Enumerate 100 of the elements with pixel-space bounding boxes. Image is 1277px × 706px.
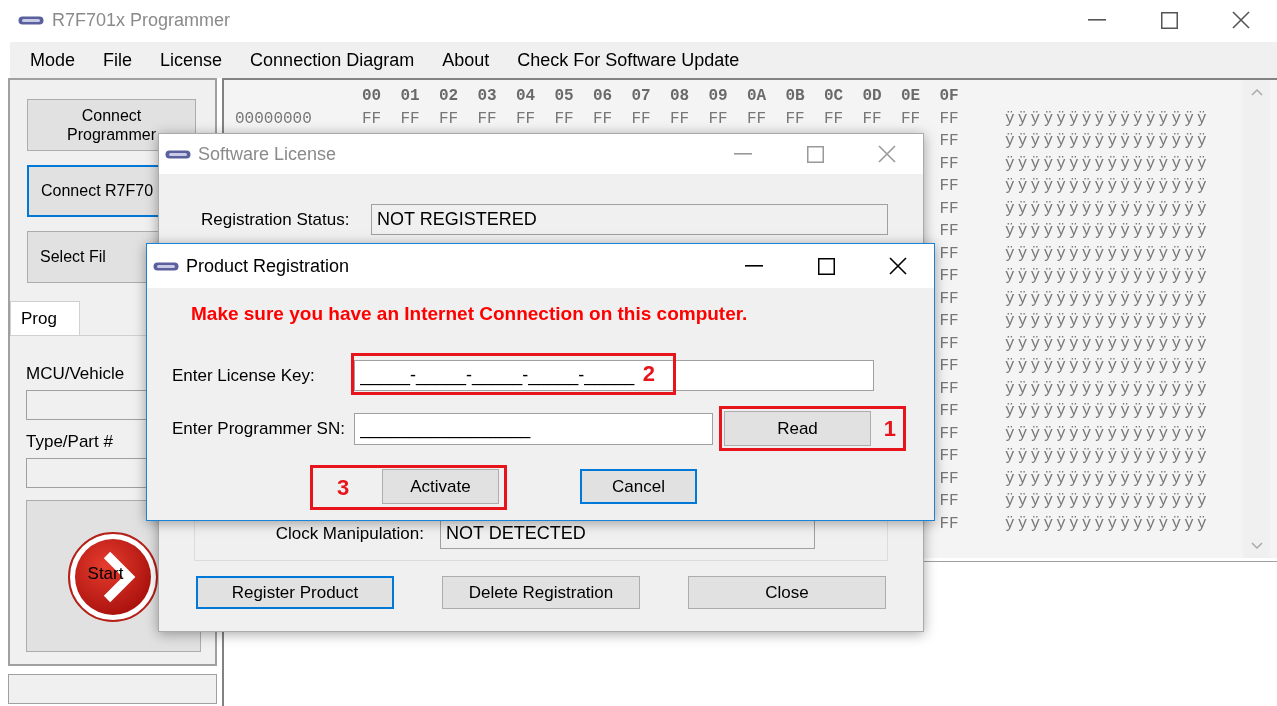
scroll-down-icon[interactable] — [1250, 542, 1263, 550]
dialog-title: Software License — [198, 143, 337, 165]
byte-cell-text: FF — [593, 109, 614, 130]
byte-cell-text: FF — [939, 199, 960, 220]
menu-item[interactable]: License — [146, 49, 237, 71]
tab[interactable]: Prog — [10, 301, 80, 335]
ascii-cell-text: ÿÿÿÿÿÿÿÿÿÿÿÿÿÿÿÿ — [1005, 402, 1211, 422]
scrollbar[interactable] — [1243, 80, 1270, 558]
byte-cell-text: FF — [939, 154, 960, 175]
byte-cell-text: FF — [939, 289, 960, 310]
sidebar-button[interactable]: Connect Programmer — [27, 99, 196, 151]
column-header: 0C — [824, 87, 845, 107]
column-header: 03 — [477, 87, 498, 107]
dialog-button[interactable]: Cancel — [580, 469, 697, 504]
window-title: R7F701x Programmer — [52, 9, 231, 31]
column-header: 07 — [631, 87, 652, 107]
byte-cell-text: FF — [477, 109, 498, 130]
scroll-up-icon[interactable] — [1250, 88, 1263, 96]
menu-item[interactable]: Connection Diagram — [236, 49, 429, 71]
maximize-icon[interactable] — [817, 257, 835, 275]
byte-cell-text: FF — [400, 109, 421, 130]
byte-cell-text: FF — [939, 267, 960, 287]
field-label: MCU/Vehicle — [26, 364, 125, 384]
annotation-number: 3 — [337, 474, 350, 501]
column-header: 08 — [670, 87, 691, 107]
column-header: 02 — [439, 87, 460, 107]
menu-item[interactable]: Check For Software Update — [503, 49, 754, 71]
maximize-icon[interactable] — [1160, 11, 1178, 29]
ascii-cell-text: ÿÿÿÿÿÿÿÿÿÿÿÿÿÿÿÿ — [1005, 109, 1211, 130]
field-label: Enter Programmer SN: — [171, 418, 346, 439]
ascii-cell-text: ÿÿÿÿÿÿÿÿÿÿÿÿÿÿÿÿ — [1005, 154, 1211, 175]
menu-item[interactable]: About — [428, 49, 504, 71]
ascii-cell-text: ÿÿÿÿÿÿÿÿÿÿÿÿÿÿÿÿ — [1005, 334, 1211, 355]
column-header: 0D — [862, 87, 883, 107]
serial-number-field[interactable]: _________________ — [354, 412, 713, 445]
field-label: Type/Part # — [26, 432, 113, 452]
byte-cell-text: FF — [554, 109, 575, 130]
column-header: 00 — [362, 87, 383, 107]
byte-cell-text: FF — [901, 109, 922, 130]
field-label: Registration Status: — [201, 209, 348, 230]
warning-text: Make sure you have an Internet Connection on this computer. — [191, 303, 749, 325]
ascii-cell-text: ÿÿÿÿÿÿÿÿÿÿÿÿÿÿÿÿ — [1005, 447, 1211, 467]
byte-cell-text: FF — [939, 514, 960, 535]
annotation-number: 1 — [883, 415, 896, 442]
byte-cell-text: FF — [939, 222, 960, 242]
ascii-cell-text: ÿÿÿÿÿÿÿÿÿÿÿÿÿÿÿÿ — [1005, 289, 1211, 310]
column-header: 05 — [554, 87, 575, 107]
byte-cell-text: FF — [939, 402, 960, 422]
ascii-cell-text: ÿÿÿÿÿÿÿÿÿÿÿÿÿÿÿÿ — [1005, 357, 1211, 377]
device-icon — [18, 15, 44, 25]
ascii-cell-text: ÿÿÿÿÿÿÿÿÿÿÿÿÿÿÿÿ — [1005, 244, 1211, 265]
byte-cell-text: FF — [862, 109, 883, 130]
byte-cell-text: FF — [939, 492, 960, 512]
column-header: 0F — [939, 87, 960, 107]
device-icon — [165, 149, 191, 159]
ascii-cell-text: ÿÿÿÿÿÿÿÿÿÿÿÿÿÿÿÿ — [1005, 312, 1211, 332]
column-header: 0E — [901, 87, 922, 107]
ascii-cell-text: ÿÿÿÿÿÿÿÿÿÿÿÿÿÿÿÿ — [1005, 424, 1211, 445]
ascii-cell-text: ÿÿÿÿÿÿÿÿÿÿÿÿÿÿÿÿ — [1005, 379, 1211, 400]
byte-cell-text: FF — [747, 109, 768, 130]
column-header: 0A — [747, 87, 768, 107]
byte-cell-text: FF — [939, 244, 960, 265]
column-header: 04 — [516, 87, 537, 107]
byte-cell-text: FF — [939, 132, 960, 152]
ascii-cell-text: ÿÿÿÿÿÿÿÿÿÿÿÿÿÿÿÿ — [1005, 267, 1211, 287]
minimize-icon[interactable] — [1088, 19, 1106, 21]
column-header: 09 — [708, 87, 729, 107]
byte-cell-text: FF — [939, 379, 960, 400]
column-header: 06 — [593, 87, 614, 107]
minimize-icon[interactable] — [745, 265, 763, 267]
byte-cell-text: FF — [939, 177, 960, 197]
ascii-cell-text: ÿÿÿÿÿÿÿÿÿÿÿÿÿÿÿÿ — [1005, 199, 1211, 220]
byte-cell-text: FF — [785, 109, 806, 130]
byte-cell-text: FF — [708, 109, 729, 130]
close-icon[interactable] — [889, 257, 907, 275]
device-icon — [153, 261, 179, 271]
byte-cell-text: FF — [824, 109, 845, 130]
column-header: 01 — [400, 87, 421, 107]
chevron-circle-icon — [67, 531, 159, 623]
byte-cell-text: FF — [939, 357, 960, 377]
ascii-cell-text: ÿÿÿÿÿÿÿÿÿÿÿÿÿÿÿÿ — [1005, 132, 1211, 152]
field-label: Clock Manipulation: — [274, 523, 424, 544]
byte-cell-text: FF — [939, 447, 960, 467]
menu-item[interactable]: Mode — [16, 49, 90, 71]
dialog-button[interactable]: Activate — [382, 469, 499, 504]
byte-cell-text: FF — [939, 312, 960, 332]
byte-cell-text: FF — [939, 334, 960, 355]
ascii-cell-text: ÿÿÿÿÿÿÿÿÿÿÿÿÿÿÿÿ — [1005, 177, 1211, 197]
ascii-cell-text: ÿÿÿÿÿÿÿÿÿÿÿÿÿÿÿÿ — [1005, 222, 1211, 242]
byte-cell-text: FF — [631, 109, 652, 130]
close-icon[interactable] — [1232, 11, 1250, 29]
byte-cell-text: FF — [939, 469, 960, 490]
byte-cell-text: FF — [670, 109, 691, 130]
ascii-cell-text: ÿÿÿÿÿÿÿÿÿÿÿÿÿÿÿÿ — [1005, 469, 1211, 490]
byte-cell-text: FF — [939, 424, 960, 445]
menu-item[interactable]: File — [89, 49, 147, 71]
read-button[interactable]: Read — [724, 411, 871, 446]
ascii-cell-text: ÿÿÿÿÿÿÿÿÿÿÿÿÿÿÿÿ — [1005, 492, 1211, 512]
address-cell-text: 00000000 — [235, 109, 313, 130]
field-label: Enter License Key: — [171, 365, 316, 386]
